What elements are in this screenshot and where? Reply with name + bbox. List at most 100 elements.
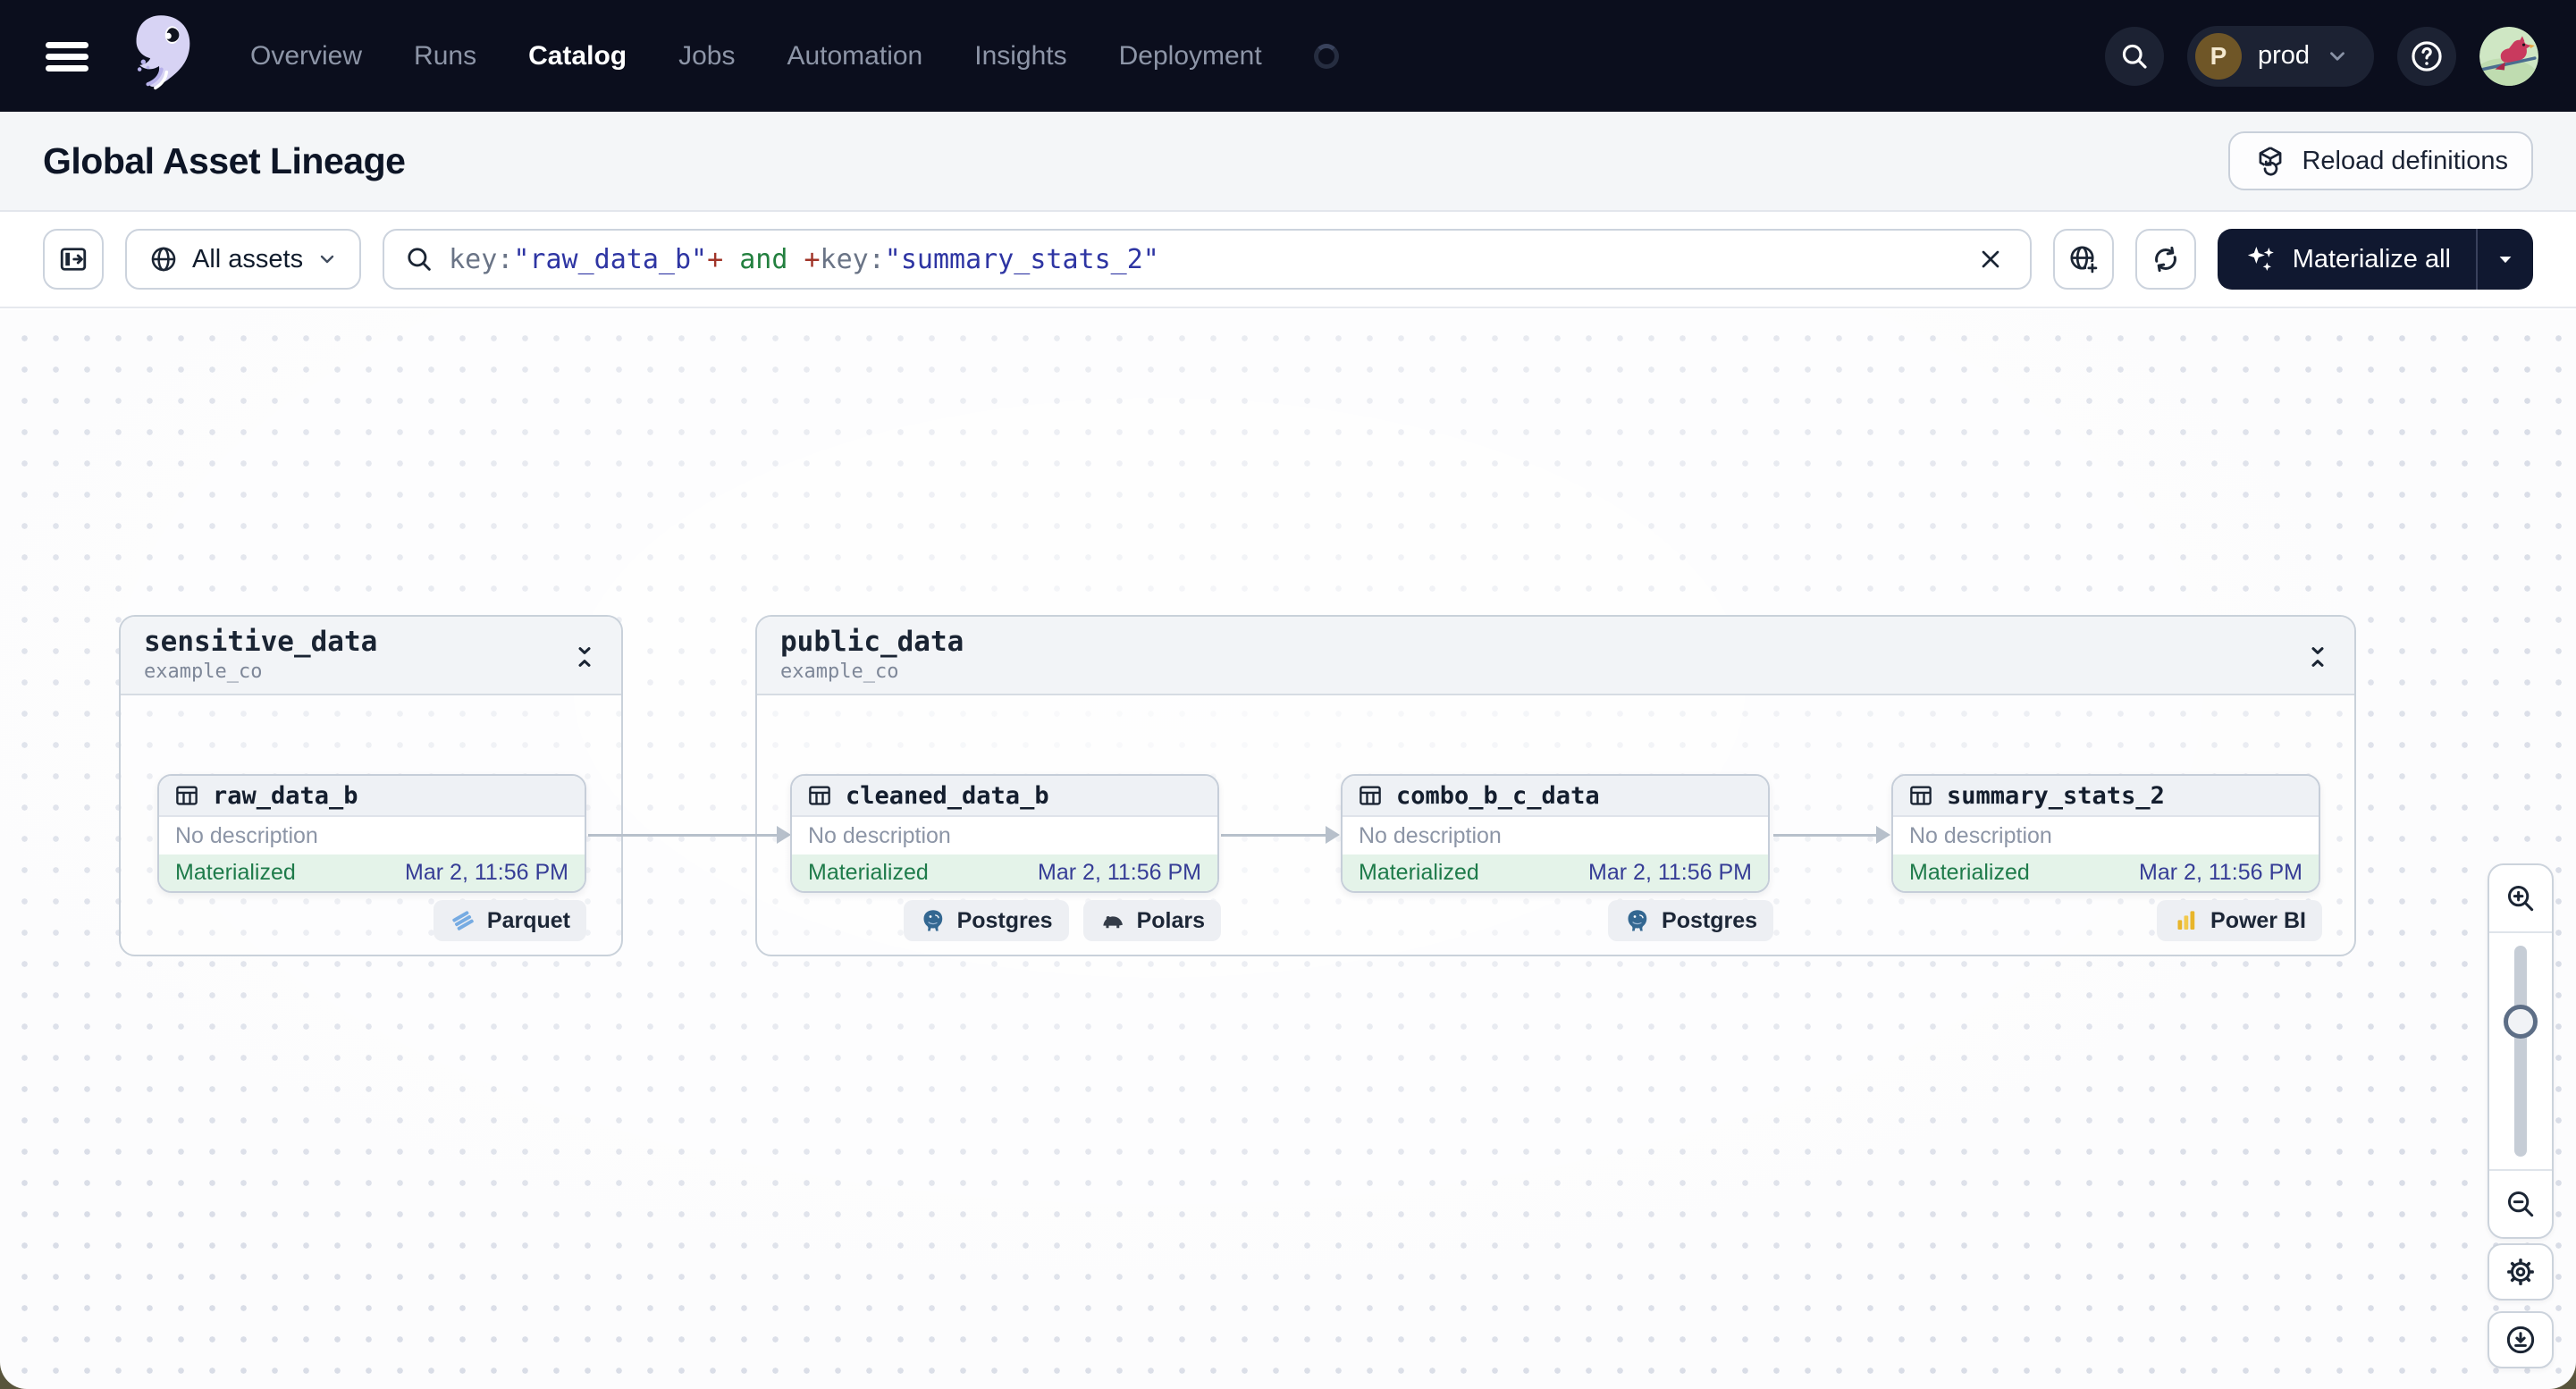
zoom-in-button[interactable] <box>2489 865 2552 933</box>
asset-tags-raw-data-b: Parquet <box>433 900 586 941</box>
nav-item-catalog[interactable]: Catalog <box>528 41 627 72</box>
graph-wrap: sensitive_data example_co public_data ex… <box>0 310 2576 1389</box>
materialization-timestamp[interactable]: Mar 2, 11:56 PM <box>1588 860 1752 886</box>
zoom-out-icon <box>2507 1191 2534 1217</box>
menu-button[interactable] <box>41 30 93 82</box>
graph-settings-button[interactable] <box>2488 1243 2554 1301</box>
user-avatar[interactable] <box>2479 26 2538 86</box>
tag-postgres[interactable]: Postgres <box>1608 900 1773 941</box>
asset-node-raw-data-b[interactable]: raw_data_b No description Materialized M… <box>157 774 586 893</box>
panel-toggle-icon <box>60 248 87 271</box>
nav-right: P prod <box>2104 25 2538 87</box>
table-icon <box>1910 786 1932 805</box>
nav-item-overview[interactable]: Overview <box>250 41 362 72</box>
zoom-slider[interactable] <box>2504 946 2538 1157</box>
polars-icon <box>1102 916 1123 929</box>
page-header: Global Asset Lineage Reload definitions <box>0 112 2576 212</box>
nav-item-jobs[interactable]: Jobs <box>678 41 735 72</box>
asset-scope-dropdown[interactable]: All assets <box>125 229 362 290</box>
tag-powerbi[interactable]: Power BI <box>2157 900 2322 941</box>
help-icon <box>2412 40 2442 72</box>
nav-item-insights[interactable]: Insights <box>974 41 1066 72</box>
asset-name: combo_b_c_data <box>1396 781 1600 810</box>
nav-item-runs[interactable]: Runs <box>414 41 476 72</box>
table-icon <box>176 786 198 805</box>
zoom-out-button[interactable] <box>2489 1169 2552 1237</box>
tag-label: Postgres <box>1662 907 1757 933</box>
dagster-logo-icon[interactable] <box>113 10 206 103</box>
asset-node-combo-b-c-data[interactable]: combo_b_c_data No description Materializ… <box>1341 774 1770 893</box>
globe-icon <box>151 247 176 272</box>
environment-switcher[interactable]: P prod <box>2186 25 2374 87</box>
materialization-timestamp[interactable]: Mar 2, 11:56 PM <box>2139 860 2302 886</box>
tag-parquet[interactable]: Parquet <box>433 900 586 941</box>
status-badge: Materialized <box>1909 860 2030 885</box>
collapse-group-button[interactable] <box>568 640 602 674</box>
asset-node-summary-stats-2[interactable]: summary_stats_2 No description Materiali… <box>1891 774 2320 893</box>
top-nav: Overview Runs Catalog Jobs Automation In… <box>0 0 2576 112</box>
help-button[interactable] <box>2397 26 2456 86</box>
asset-search-input[interactable]: key: "raw_data_b" + and + key: "summary_stat… <box>383 229 2032 290</box>
edge-combo-to-summary <box>1773 826 1890 844</box>
asset-description: No description <box>1359 822 1502 848</box>
status-badge: Materialized <box>175 860 296 885</box>
collapse-group-button[interactable] <box>2301 640 2335 674</box>
asset-name: raw_data_b <box>213 781 358 810</box>
tag-polars[interactable]: Polars <box>1082 900 1221 941</box>
materialization-timestamp[interactable]: Mar 2, 11:56 PM <box>1038 860 1201 886</box>
materialize-all-button[interactable]: Materialize all <box>2218 229 2476 290</box>
refresh-graph-button[interactable] <box>2134 229 2196 290</box>
asset-description: No description <box>1909 822 2052 848</box>
group-header[interactable]: public_data example_co <box>757 617 2354 695</box>
table-icon <box>809 786 830 805</box>
materialize-options-button[interactable] <box>2478 229 2533 290</box>
zoom-controls <box>2488 863 2554 1239</box>
hamburger-icon <box>46 41 88 72</box>
clear-search-button[interactable] <box>1971 240 2010 279</box>
status-badge: Materialized <box>808 860 929 885</box>
chevron-down-icon <box>320 255 334 264</box>
environment-label: prod <box>2257 41 2310 70</box>
bird-avatar-image <box>2479 26 2538 86</box>
view-scope-button[interactable] <box>2052 229 2114 290</box>
materialization-timestamp[interactable]: Mar 2, 11:56 PM <box>405 860 568 886</box>
group-owner: example_co <box>144 661 263 683</box>
postgres-icon <box>1628 910 1647 931</box>
zoom-in-icon <box>2507 885 2534 912</box>
global-search-button[interactable] <box>2104 26 2164 86</box>
asset-tags-combo-b-c-data: Postgres <box>1608 900 1773 941</box>
reload-definitions-icon <box>2260 147 2282 176</box>
asset-node-header: cleaned_data_b <box>792 776 1217 817</box>
refresh-icon <box>2154 246 2176 273</box>
group-header[interactable]: sensitive_data example_co <box>121 617 621 695</box>
settings-gear-icon <box>2507 1259 2534 1285</box>
nav-item-deployment[interactable]: Deployment <box>1119 41 1262 72</box>
zoom-slider-thumb[interactable] <box>2504 1005 2538 1039</box>
nav-item-automation[interactable]: Automation <box>787 41 922 72</box>
search-query: key: "raw_data_b" + and + key: "summary_stat… <box>449 243 1159 275</box>
lineage-toolbar: All assets key: "raw_data_b" + and + key: "s… <box>0 212 2576 308</box>
materialize-all-label: Materialize all <box>2292 244 2451 274</box>
nav-links: Overview Runs Catalog Jobs Automation In… <box>250 41 1339 72</box>
lineage-canvas[interactable]: sensitive_data example_co public_data ex… <box>0 310 2576 1389</box>
open-sidebar-button[interactable] <box>43 229 104 290</box>
download-graph-button[interactable] <box>2488 1311 2554 1368</box>
asset-node-header: combo_b_c_data <box>1343 776 1768 817</box>
asset-tags-summary-stats-2: Power BI <box>2157 900 2322 941</box>
powerbi-icon <box>2177 911 2195 930</box>
asset-scope-label: All assets <box>192 244 304 274</box>
asset-name: summary_stats_2 <box>1947 781 2165 810</box>
tag-label: Power BI <box>2210 907 2306 933</box>
collapse-icon <box>578 647 591 667</box>
asset-status-bar: Materialized Mar 2, 11:56 PM <box>1343 854 1768 891</box>
postgres-icon <box>923 910 942 931</box>
edge-raw-to-cleaned <box>588 826 791 844</box>
materialize-all-split-button: Materialize all <box>2217 229 2533 290</box>
asset-description: No description <box>175 822 318 848</box>
group-title: public_data <box>780 626 964 658</box>
reload-definitions-button[interactable]: Reload definitions <box>2228 131 2533 190</box>
asset-node-cleaned-data-b[interactable]: cleaned_data_b No description Materializ… <box>790 774 1219 893</box>
tag-postgres[interactable]: Postgres <box>903 900 1069 941</box>
group-owner: example_co <box>780 661 899 683</box>
asset-node-header: raw_data_b <box>159 776 585 817</box>
